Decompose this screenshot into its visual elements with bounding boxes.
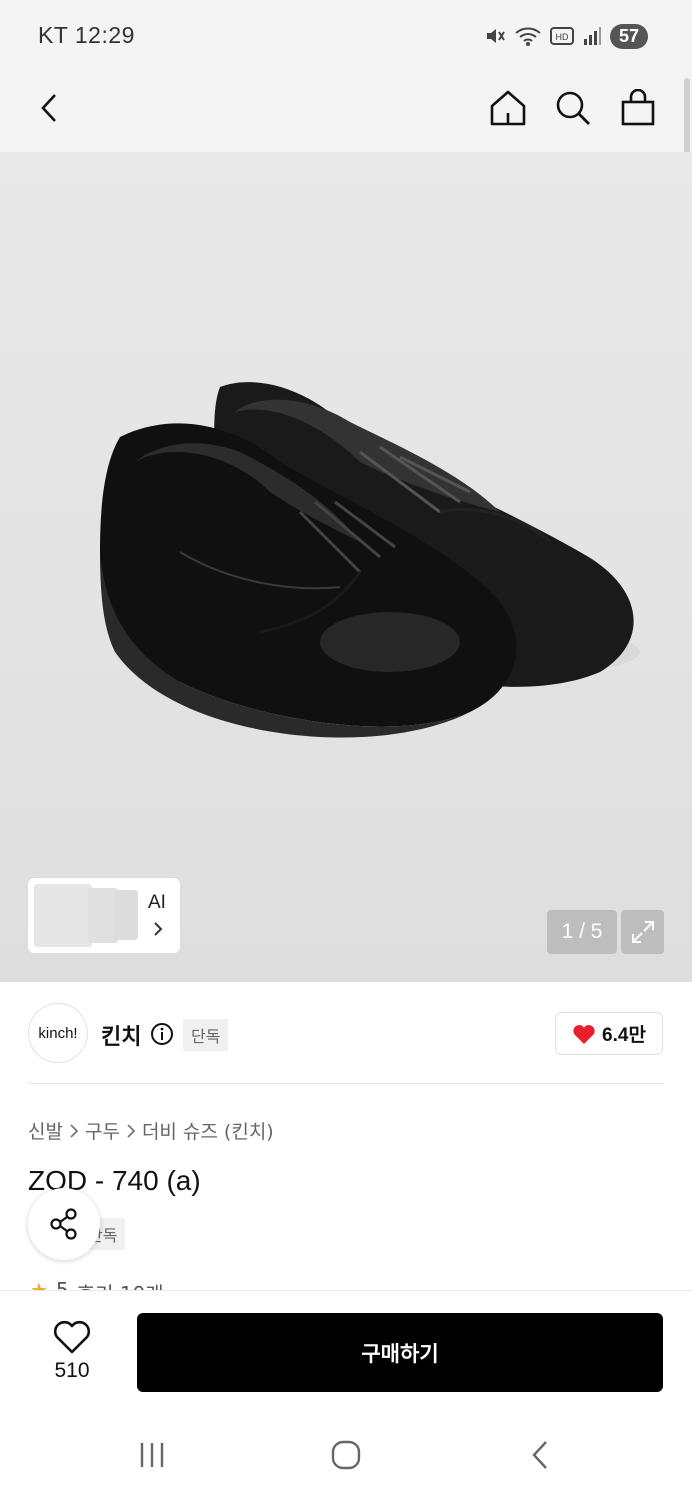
system-nav-bar	[0, 1410, 692, 1500]
mute-icon	[486, 29, 505, 43]
bottom-action-bar: 510 구매하기	[0, 1290, 692, 1410]
back-nav-icon	[532, 1441, 547, 1469]
product-image	[100, 382, 640, 738]
brand-name[interactable]: 킨치	[101, 1019, 141, 1051]
exclusive-badge: 단독	[183, 1019, 229, 1051]
ai-recommend-button[interactable]: AI	[28, 878, 180, 953]
home-nav-icon	[331, 1440, 361, 1470]
recent-apps-button[interactable]	[132, 1438, 172, 1472]
expand-image-button[interactable]	[621, 910, 664, 954]
divider	[28, 1083, 664, 1084]
search-button[interactable]	[551, 86, 595, 130]
shopping-bag-icon	[621, 89, 655, 126]
wish-count: 510	[54, 1359, 90, 1382]
product-image-gallery[interactable]: AI 1 / 5	[0, 152, 692, 982]
breadcrumb-item[interactable]: 신발	[28, 1117, 63, 1144]
breadcrumb-item[interactable]: 구두	[85, 1117, 120, 1144]
recent-apps-icon	[140, 1443, 164, 1467]
signal-icon	[583, 27, 601, 45]
status-time: KT 12:29	[38, 22, 135, 48]
hd-icon: HD	[549, 27, 574, 45]
ai-thumb-image-3	[114, 890, 138, 940]
info-icon[interactable]	[150, 1022, 174, 1046]
image-page-counter: 1 / 5	[547, 910, 617, 954]
ai-thumb-image-1	[34, 884, 92, 947]
breadcrumb-item[interactable]: 더비 슈즈 (킨치)	[142, 1117, 274, 1144]
expand-icon	[631, 921, 654, 943]
svg-text:HD: HD	[555, 32, 568, 42]
home-nav-button[interactable]	[326, 1438, 366, 1472]
search-icon	[556, 91, 590, 125]
back-icon	[41, 94, 56, 122]
chevron-right-icon	[127, 1123, 136, 1138]
wifi-icon	[515, 27, 541, 46]
share-button[interactable]	[28, 1188, 100, 1260]
buy-button[interactable]: 구매하기	[137, 1313, 663, 1392]
status-icons: HD 57	[484, 22, 648, 50]
brand-logo[interactable]: kinch!	[28, 1003, 88, 1063]
heart-filled-icon	[573, 1024, 595, 1044]
brand-like-count: 6.4만	[602, 1025, 646, 1046]
home-icon	[490, 90, 526, 126]
brand-row: kinch! 킨치 단독 6.4만	[0, 982, 692, 1084]
brand-like-button[interactable]: 6.4만	[555, 1012, 663, 1055]
breadcrumb: 신발 구두 더비 슈즈 (킨치)	[28, 1117, 274, 1144]
back-nav-button[interactable]	[520, 1438, 560, 1472]
back-button[interactable]	[28, 86, 72, 130]
chevron-right-icon	[70, 1123, 79, 1138]
battery-badge: 57	[609, 23, 648, 49]
cart-button[interactable]	[616, 86, 660, 130]
status-bar: KT 12:29 HD 57	[0, 0, 692, 70]
share-icon	[50, 1208, 77, 1240]
chevron-right-icon	[154, 922, 163, 936]
app-header	[0, 70, 692, 152]
ai-label: AI	[148, 892, 166, 913]
home-button[interactable]	[486, 86, 530, 130]
heart-outline-icon[interactable]	[52, 1319, 92, 1355]
